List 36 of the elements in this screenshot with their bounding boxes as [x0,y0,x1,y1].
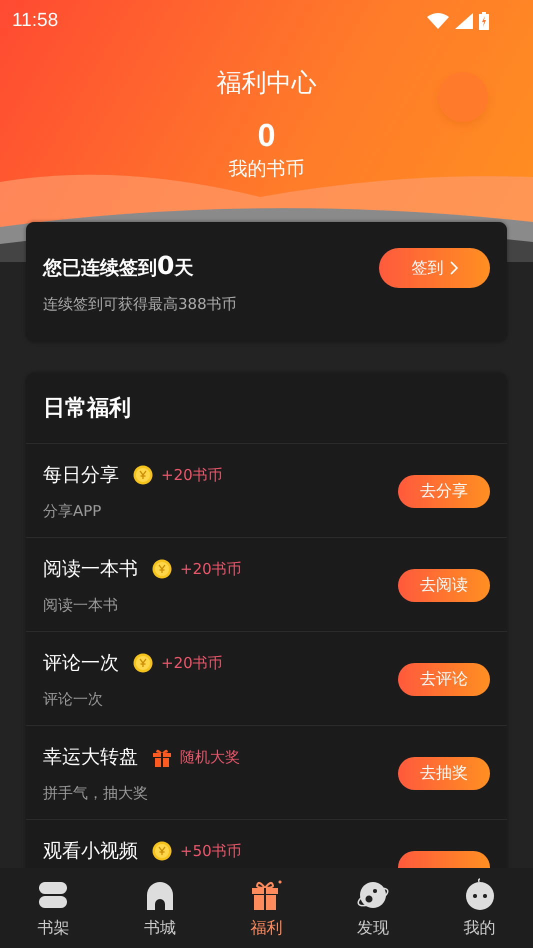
task-name: 评论一次 [43,651,119,676]
coin-icon [133,653,153,673]
task-name: 幸运大转盘 [43,745,138,770]
reward-text: 随机大奖 [180,748,240,766]
reward-text: +20书币 [180,560,242,578]
reward-text: +50书币 [180,842,242,860]
section-title: 日常福利 [26,373,507,444]
battery-icon [479,12,489,30]
task-description: 评论一次 [43,690,104,709]
task-description: 阅读一本书 [43,596,119,615]
task-name: 阅读一本书 [43,557,138,582]
wifi-icon [427,13,449,29]
nav-tab[interactable]: 书架 [13,878,94,938]
nav-tab[interactable]: 书城 [120,878,200,938]
reward-text: +20书币 [161,466,223,484]
task-description: 分享APP [43,502,102,521]
coin-icon [133,465,153,485]
status-time: 11:58 [12,10,58,32]
gift-icon [152,747,172,767]
nav-tab[interactable]: 发现 [333,878,414,938]
coin-label: 我的书币 [228,157,304,182]
page-title: 福利中心 [216,67,316,99]
gift-icon [249,878,284,912]
checkin-status: 您已连续签到0天 [43,250,194,280]
task-name: 观看小视频 [43,839,138,864]
signal-icon [455,13,473,29]
coin-icon [152,559,172,579]
reward-text: +20书币 [161,654,223,672]
coin-balance: 0 [258,117,276,154]
task-description: 拼手气，抽大奖 [43,784,149,803]
coin-icon [152,841,172,861]
nav-tab[interactable]: 我的 [440,878,520,938]
task-name: 每日分享 [43,463,119,488]
nav-tab[interactable]: 福利 [226,878,306,938]
chevron-right-icon [450,261,458,275]
checkin-hint: 连续签到可获得最高388书币 [43,294,237,314]
